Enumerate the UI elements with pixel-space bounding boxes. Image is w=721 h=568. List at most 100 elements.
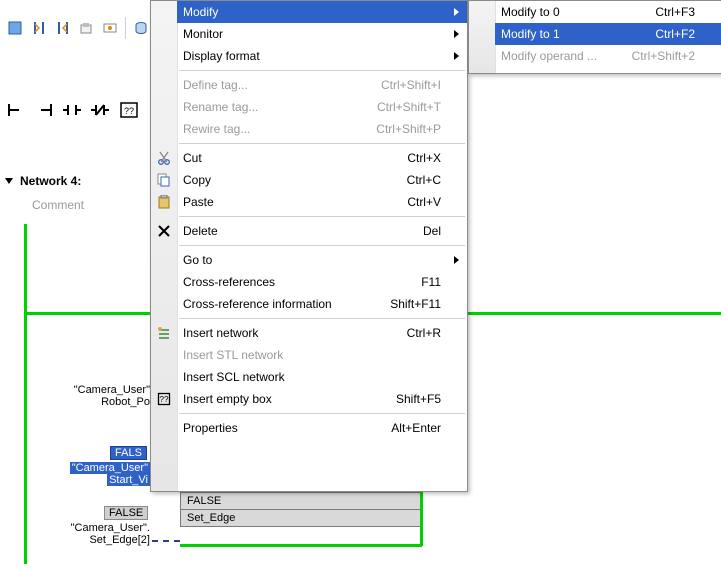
menu-item[interactable]: Go to: [177, 249, 467, 271]
menu-item-label: Monitor: [183, 27, 223, 41]
collapse-icon[interactable]: [5, 178, 13, 184]
tag-label[interactable]: "Camera_User" Robot_Po: [34, 384, 150, 408]
block-row-state: FALSE: [187, 495, 221, 507]
menu-item-label: Properties: [183, 421, 238, 435]
menu-item-label: Rewire tag...: [183, 122, 250, 136]
menu-item[interactable]: Modify to 0 Ctrl+F3: [495, 1, 721, 23]
menu-item-shortcut: Ctrl+X: [407, 151, 441, 165]
menu-item[interactable]: Cross-referencesF11: [177, 271, 467, 293]
contact-no-icon[interactable]: [62, 101, 82, 119]
menu-item[interactable]: Insert networkCtrl+R: [177, 322, 467, 344]
block-row[interactable]: FALSE: [181, 492, 421, 509]
power-rail: [24, 224, 27, 564]
menu-item[interactable]: Modify to 1 Ctrl+F2: [495, 23, 721, 45]
toolbar-icon-5[interactable]: [101, 19, 119, 37]
context-menu: Modify Monitor Display format Define tag...…: [150, 0, 468, 492]
toolbar-icon-4[interactable]: [77, 19, 95, 37]
value-badge[interactable]: FALSE: [104, 506, 148, 520]
menu-item-label: Display format: [183, 49, 260, 63]
menu-item[interactable]: Insert SCL network: [177, 366, 467, 388]
menu-item[interactable]: Display format: [177, 45, 467, 67]
wire-dashed: [152, 540, 180, 542]
menu-item-label: Modify: [183, 5, 218, 19]
empty-box-icon: ??: [155, 390, 173, 408]
toolbar-icon-1[interactable]: [6, 19, 24, 37]
paste-icon: [155, 193, 173, 211]
menu-item-shortcut: Ctrl+Shift+I: [381, 78, 441, 92]
menu-item-shortcut: Ctrl+V: [407, 195, 441, 209]
menu-item-label: Rename tag...: [183, 100, 258, 114]
ladder-toolbar: ??: [0, 92, 150, 128]
menu-item-label: Go to: [183, 253, 212, 267]
menu-separator: [179, 413, 465, 414]
network-header[interactable]: Network 4:: [6, 170, 151, 192]
svg-text:??: ??: [124, 106, 134, 116]
editor-toolbar: [0, 0, 150, 56]
menu-separator: [179, 70, 465, 71]
menu-item[interactable]: Monitor: [177, 23, 467, 45]
menu-item-label: Insert SCL network: [183, 370, 285, 384]
tag-label[interactable]: "Camera_User". Set_Edge[2]: [34, 522, 150, 546]
toolbar-icon-6[interactable]: [132, 19, 150, 37]
empty-box-icon[interactable]: ??: [118, 101, 138, 119]
menu-item-label: Cut: [183, 151, 202, 165]
menu-item-label: Modify to 1: [501, 27, 560, 41]
menu-item[interactable]: Properties Alt+Enter: [177, 417, 467, 439]
network-title: Network 4:: [20, 174, 81, 188]
toolbar-icon-2[interactable]: [30, 19, 48, 37]
menu-item-shortcut: Ctrl+F2: [655, 27, 695, 41]
menu-item: Rewire tag... Ctrl+Shift+P: [177, 118, 467, 140]
menu-separator: [179, 245, 465, 246]
menu-item-shortcut: Ctrl+F3: [655, 5, 695, 19]
value-badge-selected[interactable]: FALS: [110, 446, 147, 460]
menu-item[interactable]: Copy Ctrl+C: [177, 169, 467, 191]
menu-item[interactable]: Cut Ctrl+X: [177, 147, 467, 169]
menu-item-shortcut: Del: [423, 224, 441, 238]
menu-item[interactable]: Cross-reference information Shift+F11: [177, 293, 467, 315]
menu-item-label: Modify operand ...: [501, 49, 597, 63]
block-row[interactable]: Set_Edge: [181, 509, 421, 526]
submenu-arrow-icon: [454, 8, 459, 16]
menu-item[interactable]: Paste Ctrl+V: [177, 191, 467, 213]
network-comment[interactable]: Comment: [32, 198, 84, 212]
menu-item-label: Define tag...: [183, 78, 248, 92]
menu-item: Insert STL network: [177, 344, 467, 366]
menu-item-shortcut: Alt+Enter: [391, 421, 441, 435]
menu-item[interactable]: ??Insert empty boxShift+F5: [177, 388, 467, 410]
submenu-arrow-icon: [454, 30, 459, 38]
menu-item-label: Insert STL network: [183, 348, 283, 362]
modify-submenu: Modify to 0Ctrl+F3Modify to 1Ctrl+F2Modi…: [468, 0, 721, 74]
menu-item-label: Modify to 0: [501, 5, 560, 19]
menu-item-label: Insert network: [183, 326, 258, 340]
menu-separator: [179, 143, 465, 144]
menu-item[interactable]: Modify: [177, 1, 467, 23]
close-branch-icon[interactable]: [34, 101, 54, 119]
contact-nc-icon[interactable]: [90, 101, 110, 119]
menu-item-label: Paste: [183, 195, 214, 209]
menu-item-shortcut: Shift+F11: [390, 297, 441, 311]
menu-item: Define tag... Ctrl+Shift+I: [177, 74, 467, 96]
menu-item: Modify operand ...Ctrl+Shift+2: [495, 45, 721, 67]
menu-separator: [179, 318, 465, 319]
menu-item-label: Copy: [183, 173, 211, 187]
open-branch-icon[interactable]: [6, 101, 26, 119]
toolbar-icon-3[interactable]: [54, 19, 72, 37]
block-row-label: Set_Edge: [187, 512, 235, 524]
menu-item-shortcut: Ctrl+C: [407, 173, 441, 187]
menu-item-shortcut: Shift+F5: [396, 392, 441, 406]
delete-icon: [155, 222, 173, 240]
cut-icon: [155, 149, 173, 167]
menu-item-label: Cross-reference information: [183, 297, 332, 311]
submenu-arrow-icon: [454, 52, 459, 60]
menu-icon-column: [469, 1, 496, 73]
toolbar-separator: [125, 17, 126, 39]
copy-icon: [155, 171, 173, 189]
menu-icon-column: [151, 1, 178, 491]
menu-item-shortcut: Ctrl+Shift+P: [376, 122, 441, 136]
menu-item-label: Insert empty box: [183, 392, 272, 406]
menu-item-label: Cross-references: [183, 275, 275, 289]
tag-label-selected[interactable]: "Camera_User" Start_Vi: [34, 462, 150, 486]
menu-item-label: Delete: [183, 224, 218, 238]
menu-item: Rename tag...Ctrl+Shift+T: [177, 96, 467, 118]
menu-item[interactable]: Delete Del: [177, 220, 467, 242]
